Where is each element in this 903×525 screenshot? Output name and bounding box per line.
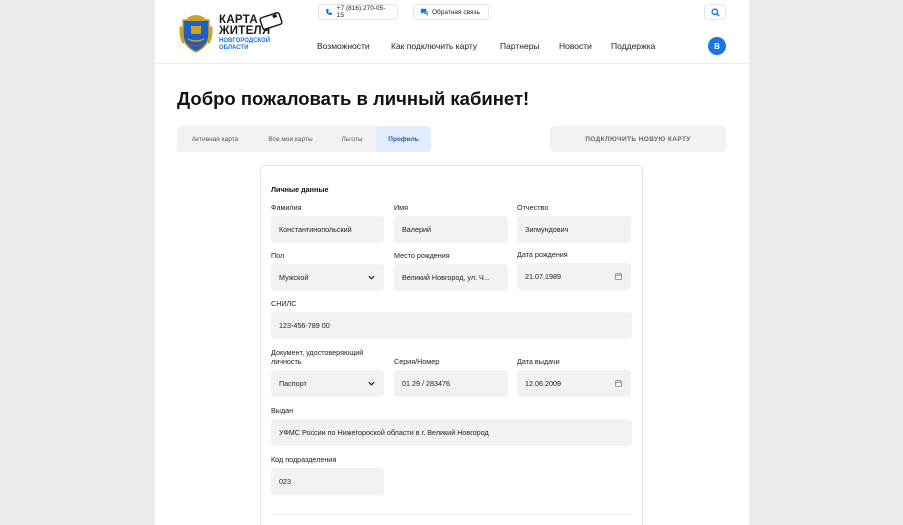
gender-label: Пол: [271, 251, 285, 260]
snils-field[interactable]: 123-456-789 00: [271, 312, 632, 339]
divider: [271, 514, 632, 515]
last-name-label: Фамилия: [271, 203, 302, 212]
page: КАРТА ЖИТЕЛЯ НОВГОРОДСКОЙ ОБЛАСТИ +7 (81…: [155, 0, 749, 525]
logo-text-line3: НОВГОРОДСКОЙ: [219, 38, 271, 44]
section-title: Личные данные: [271, 185, 329, 194]
birth-date-label: Дата рождения: [517, 250, 568, 259]
chevron-down-icon: [368, 275, 375, 280]
dept-code-label: Код подразделения: [271, 455, 337, 464]
series-number-label: Серия/Номер: [394, 357, 440, 366]
feedback-link[interactable]: Обратная связь: [413, 4, 489, 20]
last-name-value: Константинопольский: [279, 225, 352, 234]
search-button[interactable]: [704, 4, 726, 20]
issued-by-value: УФМС России по Нижегороской области в г.…: [279, 428, 489, 437]
issued-by-field[interactable]: УФМС России по Нижегороской области в г.…: [271, 419, 632, 446]
doc-type-select[interactable]: Паспорт: [271, 370, 384, 397]
gender-value: Мужской: [279, 273, 309, 282]
patronymic-label: Отчество: [517, 203, 549, 212]
calendar-icon[interactable]: [614, 272, 623, 281]
dept-code-field[interactable]: 023: [271, 468, 384, 495]
first-name-field[interactable]: Валерий: [394, 216, 508, 243]
series-number-value: 01 29 / 283476: [402, 379, 450, 388]
tab-profile[interactable]: Профиль: [376, 126, 431, 152]
last-name-field[interactable]: Константинопольский: [271, 216, 384, 243]
patronymic-field[interactable]: Зигмундович: [517, 216, 631, 243]
page-title: Добро пожаловать в личный кабинет!: [177, 88, 530, 109]
birth-place-value: Великий Новгород, ул. Ч...: [402, 273, 490, 282]
tab-benefits[interactable]: Льготы: [328, 126, 376, 152]
birth-place-label: Место рождения: [394, 251, 450, 260]
snils-label: СНИЛС: [271, 299, 297, 308]
snils-value: 123-456-789 00: [279, 321, 330, 330]
first-name-label: Имя: [394, 203, 408, 212]
chat-icon: [420, 8, 428, 16]
phone-icon: [326, 8, 332, 15]
patronymic-value: Зигмундович: [525, 225, 569, 234]
feedback-label: Обратная связь: [432, 8, 480, 16]
calendar-icon[interactable]: [614, 379, 623, 388]
issue-date-label: Дата выдачи: [517, 357, 560, 366]
coat-of-arms-icon[interactable]: [177, 12, 215, 54]
gender-select[interactable]: Мужской: [271, 264, 384, 291]
issue-date-value: 12.06.2009: [525, 379, 561, 388]
doc-type-label-line2: личность: [271, 357, 302, 366]
profile-card: Личные данные Фамилия Константинопольски…: [260, 165, 643, 525]
doc-type-value: Паспорт: [279, 379, 307, 388]
birth-date-value: 21.07.1989: [525, 272, 561, 281]
first-name-value: Валерий: [402, 225, 432, 234]
cabinet-tabs: Активная карта Все мои карты Льготы Проф…: [177, 126, 431, 152]
logo-text-line4: ОБЛАСТИ: [219, 45, 249, 51]
series-number-field[interactable]: 01 29 / 283476: [394, 370, 508, 397]
dept-code-value: 023: [279, 477, 291, 486]
nav-features[interactable]: Возможности: [317, 41, 370, 51]
site-header: КАРТА ЖИТЕЛЯ НОВГОРОДСКОЙ ОБЛАСТИ +7 (81…: [155, 0, 749, 64]
card-icon: [259, 12, 283, 30]
birth-date-field[interactable]: 21.07.1989: [517, 263, 631, 290]
issue-date-field[interactable]: 12.06.2009: [517, 370, 631, 397]
nav-partners[interactable]: Партнеры: [500, 41, 540, 51]
issued-by-label: Выдан: [271, 406, 294, 415]
tab-active-card[interactable]: Активная карта: [177, 126, 253, 152]
connect-new-card-button[interactable]: ПОДКЛЮЧИТЬ НОВУЮ КАРТУ: [550, 126, 726, 152]
chevron-down-icon: [368, 381, 375, 386]
tab-all-cards[interactable]: Все мои карты: [253, 126, 328, 152]
nav-support[interactable]: Поддержка: [611, 41, 655, 51]
birth-place-field[interactable]: Великий Новгород, ул. Ч...: [394, 264, 508, 291]
search-icon: [710, 7, 720, 17]
phone-number: +7 (816) 270-05-15: [336, 5, 386, 19]
nav-news[interactable]: Новости: [559, 41, 592, 51]
phone-link[interactable]: +7 (816) 270-05-15: [318, 4, 398, 20]
user-avatar[interactable]: В: [708, 37, 726, 55]
nav-how-to-connect[interactable]: Как подключить карту: [391, 41, 477, 51]
